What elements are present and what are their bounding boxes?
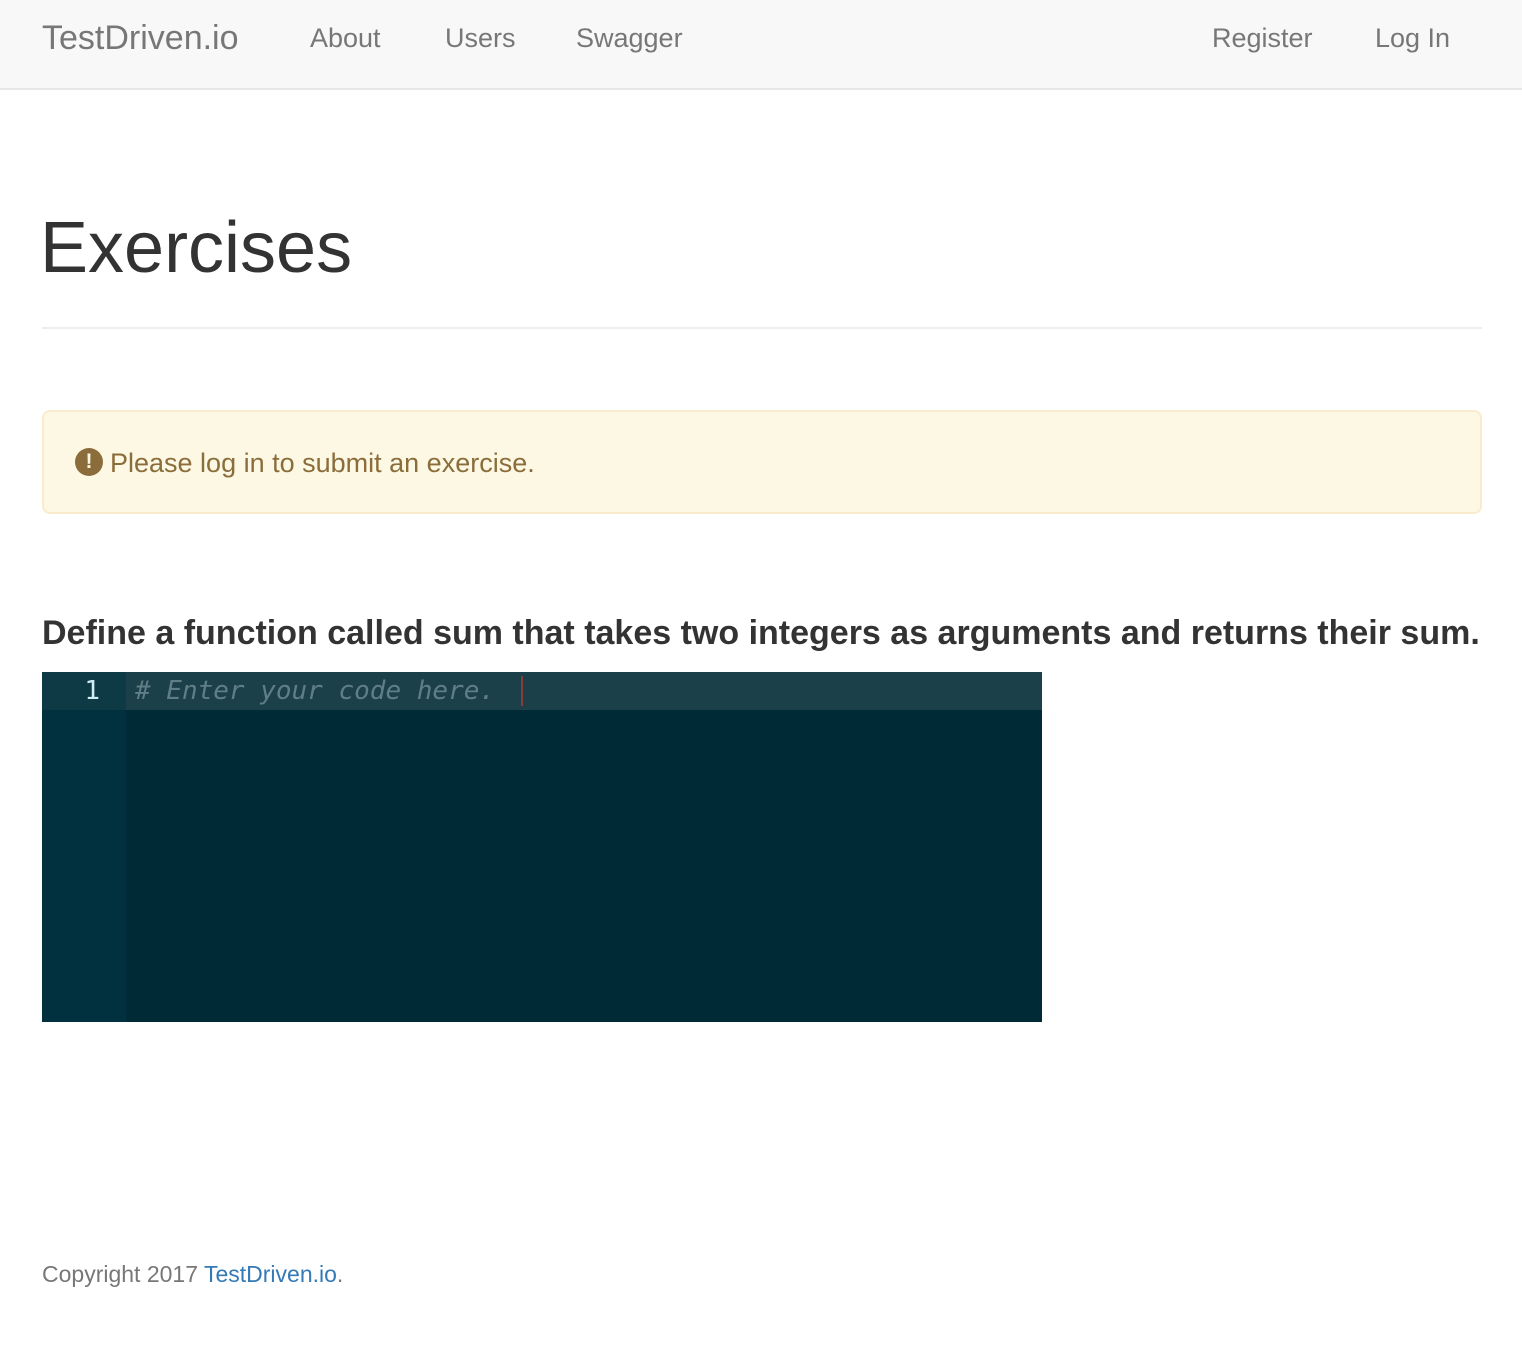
exercise-description: Define a function called sum that takes …	[42, 614, 1480, 652]
footer-link-testdriven[interactable]: TestDriven.io	[204, 1261, 337, 1287]
footer: Copyright 2017 TestDriven.io.	[42, 1259, 343, 1289]
login-warning-alert: ! Please log in to submit an exercise.	[42, 410, 1482, 514]
nav-link-about[interactable]: About	[310, 21, 381, 55]
nav-link-login[interactable]: Log In	[1375, 21, 1450, 55]
nav-link-swagger[interactable]: Swagger	[576, 21, 683, 55]
editor-gutter	[42, 672, 126, 1022]
alert-message: Please log in to submit an exercise.	[110, 448, 535, 478]
nav-link-users[interactable]: Users	[445, 21, 516, 55]
navbar: TestDriven.io About Users Swagger Regist…	[0, 0, 1522, 90]
code-editor[interactable]: 1 # Enter your code here.	[42, 672, 1042, 1022]
editor-cursor	[521, 676, 523, 706]
footer-suffix: .	[336, 1261, 344, 1287]
editor-placeholder[interactable]: # Enter your code here.	[135, 672, 495, 710]
editor-line-number: 1	[84, 676, 100, 706]
page-title: Exercises	[40, 208, 353, 288]
brand-link[interactable]: TestDriven.io	[42, 18, 239, 58]
exclamation-circle-icon: !	[75, 448, 103, 476]
title-divider	[42, 327, 1482, 329]
footer-copyright: Copyright 2017	[42, 1261, 204, 1287]
nav-link-register[interactable]: Register	[1212, 21, 1313, 55]
